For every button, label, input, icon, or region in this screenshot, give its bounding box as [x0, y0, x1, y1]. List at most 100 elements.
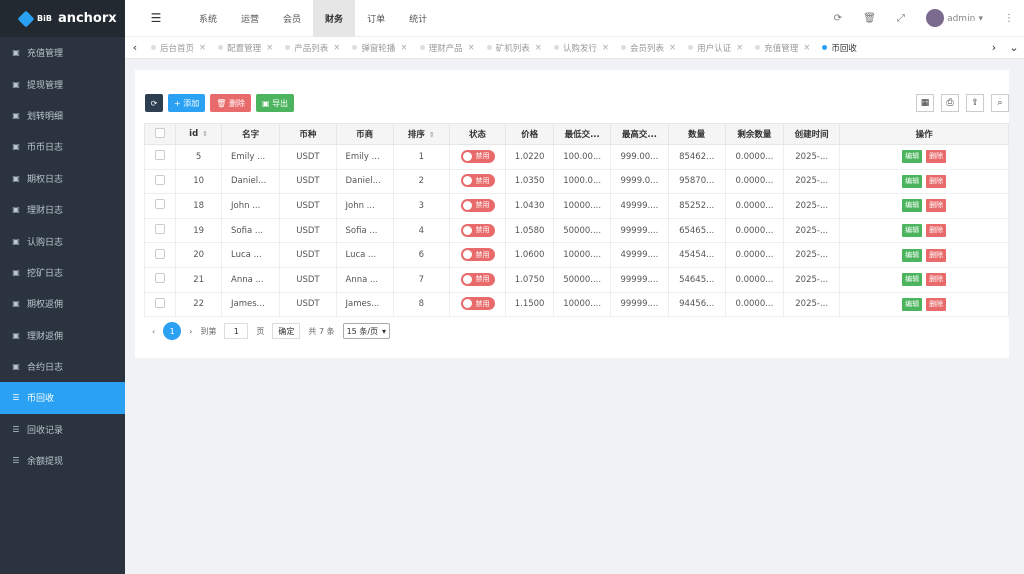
sidebar-item[interactable]: ☰ 币回收 [0, 382, 125, 414]
sidebar-item[interactable]: ▣ 理财日志 [0, 194, 125, 225]
sidebar-item[interactable]: ▣ 期权日志 [0, 163, 125, 194]
export-icon[interactable]: ⇪ [966, 94, 984, 112]
edit-button[interactable]: 编辑 [902, 150, 923, 164]
edit-button[interactable]: 编辑 [902, 273, 923, 287]
page-input[interactable]: 1 [224, 323, 249, 339]
sidebar-item[interactable]: ☰ 回收记录 [0, 414, 125, 445]
tabs-prev-icon[interactable]: ‹ [125, 41, 145, 54]
sidebar-item[interactable]: ▣ 理财返佣 [0, 320, 125, 351]
tab-close-icon[interactable]: × [333, 43, 340, 53]
chevron-down-icon: ▾ [382, 326, 387, 336]
edit-button[interactable]: 编辑 [902, 224, 923, 238]
tab-item[interactable]: 矿机列表 × [481, 37, 548, 59]
sidebar-item-label: 币回收 [27, 394, 55, 405]
status-toggle[interactable]: 禁用 [460, 223, 495, 237]
status-toggle[interactable]: 禁用 [460, 149, 495, 163]
tab-close-icon[interactable]: × [803, 43, 810, 53]
row-checkbox[interactable] [155, 248, 166, 259]
sidebar-item[interactable]: ▣ 合约日志 [0, 351, 125, 382]
tab-item[interactable]: 弹窗轮播 × [346, 37, 413, 59]
status-toggle[interactable]: 禁用 [460, 272, 495, 286]
status-toggle[interactable]: 禁用 [460, 248, 495, 262]
tab-close-icon[interactable]: × [199, 43, 206, 53]
sidebar-item[interactable]: ▣ 充值管理 [0, 37, 125, 68]
delete-row-button[interactable]: 删除 [926, 297, 947, 311]
top-nav-item[interactable]: 会员 [271, 0, 313, 37]
delete-button[interactable]: 🗑 删除 [210, 94, 251, 112]
top-nav-item[interactable]: 统计 [397, 0, 439, 37]
status-toggle[interactable]: 禁用 [460, 198, 495, 212]
trash-icon[interactable]: 🗑 [863, 13, 876, 24]
more-vertical-icon[interactable]: ⋮ [1004, 13, 1014, 24]
delete-row-button[interactable]: 删除 [926, 248, 947, 262]
add-button[interactable]: + 添加 [168, 94, 206, 112]
fullscreen-icon[interactable]: ⤢ [897, 13, 905, 24]
refresh-icon[interactable]: ⟳ [834, 13, 842, 24]
delete-row-button[interactable]: 删除 [926, 150, 947, 164]
edit-button[interactable]: 编辑 [902, 174, 923, 188]
refresh-button[interactable]: ⟳ [145, 94, 163, 112]
prev-page-icon[interactable]: ‹ [152, 327, 155, 336]
row-checkbox[interactable] [155, 199, 166, 210]
per-page-select[interactable]: 15 条/页 ▾ [342, 323, 391, 339]
edit-button[interactable]: 编辑 [902, 248, 923, 262]
sidebar-item[interactable]: ▣ 期权返佣 [0, 288, 125, 319]
status-toggle[interactable]: 禁用 [460, 297, 495, 311]
sidebar-item[interactable]: ▣ 提现管理 [0, 68, 125, 99]
sort-icon[interactable]: ⇕ [429, 131, 435, 139]
tab-item[interactable]: 用户认证 × [682, 37, 749, 59]
tab-close-icon[interactable]: × [468, 43, 475, 53]
delete-row-button[interactable]: 删除 [926, 199, 947, 213]
menu-toggle-icon[interactable]: ☰ [125, 11, 187, 25]
confirm-page-button[interactable]: 确定 [272, 323, 301, 339]
top-nav-item[interactable]: 财务 [313, 0, 356, 37]
user-menu[interactable]: admin ▾ [925, 9, 983, 27]
columns-icon[interactable]: ▦ [916, 94, 934, 112]
delete-row-button[interactable]: 删除 [926, 174, 947, 188]
tab-item[interactable]: 充值管理 × [749, 37, 816, 59]
row-checkbox[interactable] [155, 174, 166, 185]
column-header[interactable]: 排序 ⇕ [392, 123, 450, 145]
sort-icon[interactable]: ⇕ [202, 130, 208, 138]
tab-close-icon[interactable]: × [602, 43, 609, 53]
print-icon[interactable]: ⎙ [941, 94, 959, 112]
tab-close-icon[interactable]: × [535, 43, 542, 53]
search-icon[interactable]: ⌕ [991, 94, 1009, 112]
top-nav-item[interactable]: 系统 [187, 0, 229, 37]
sidebar-item[interactable]: ☰ 余额提现 [0, 445, 125, 476]
page-current[interactable]: 1 [163, 322, 182, 340]
row-checkbox[interactable] [155, 150, 166, 161]
status-toggle[interactable]: 禁用 [460, 174, 495, 188]
next-page-icon[interactable]: › [189, 327, 192, 336]
row-checkbox[interactable] [155, 224, 166, 235]
sidebar-item[interactable]: ▣ 币币日志 [0, 131, 125, 162]
edit-button[interactable]: 编辑 [902, 199, 923, 213]
tabs-dropdown-icon[interactable]: ⌄ [1004, 41, 1024, 54]
delete-row-button[interactable]: 删除 [926, 273, 947, 287]
tab-item[interactable]: 后台首页 × [145, 37, 212, 59]
tab-close-icon[interactable]: × [669, 43, 676, 53]
edit-button[interactable]: 编辑 [902, 297, 923, 311]
tab-item[interactable]: 理财产品 × [414, 37, 481, 59]
logo[interactable]: BiB anchorx [0, 0, 125, 37]
delete-row-button[interactable]: 删除 [926, 224, 947, 238]
sidebar-item[interactable]: ▣ 认购日志 [0, 225, 125, 256]
top-nav-item[interactable]: 运营 [229, 0, 271, 37]
top-nav-item[interactable]: 订单 [355, 0, 397, 37]
sidebar-item[interactable]: ▣ 挖矿日志 [0, 257, 125, 288]
row-checkbox[interactable] [155, 273, 166, 284]
select-all-checkbox[interactable] [155, 127, 166, 138]
tab-close-icon[interactable]: × [736, 43, 743, 53]
tabs-next-icon[interactable]: › [984, 41, 1004, 54]
row-checkbox[interactable] [155, 297, 166, 308]
tab-item[interactable]: 币回收 [816, 37, 863, 59]
sidebar-item[interactable]: ▣ 划转明细 [0, 100, 125, 131]
tab-item[interactable]: 产品列表 × [279, 37, 346, 59]
tab-close-icon[interactable]: × [266, 43, 273, 53]
column-header[interactable]: id ⇕ [175, 123, 223, 145]
tab-item[interactable]: 配置管理 × [212, 37, 279, 59]
tab-close-icon[interactable]: × [400, 43, 407, 53]
export-button[interactable]: ▣ 导出 [255, 94, 295, 112]
tab-item[interactable]: 认购发行 × [548, 37, 615, 59]
tab-item[interactable]: 会员列表 × [615, 37, 682, 59]
